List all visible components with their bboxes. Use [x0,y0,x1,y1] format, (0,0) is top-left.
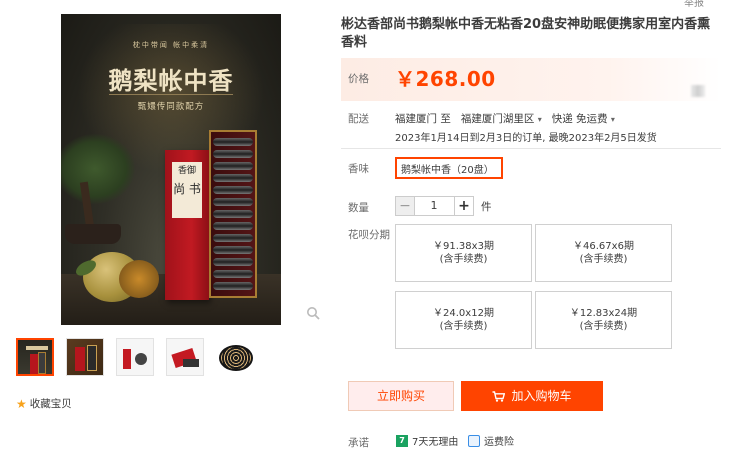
sku-option-text: 鹅梨帐中香（20盘） [401,164,494,176]
thumbnail-1[interactable] [16,338,54,376]
price-label: 价格 [348,73,369,85]
shipping-insurance-icon [468,434,480,447]
cart-icon [492,390,506,402]
installment-fee: (含手续费) [439,321,488,332]
star-icon: ★ [16,396,27,411]
image-description: 甄嬛传同款配方 [137,102,205,112]
product-box-label: 香御 尚 书 [172,162,202,218]
blurred-qr-icon [691,85,705,97]
chevron-down-icon: ▾ [537,115,542,124]
thumb-incense-coil [219,345,253,371]
favorite-label: 收藏宝贝 [29,398,72,410]
box-label-line-2: 尚 书 [173,182,201,196]
incense-coil [213,258,253,266]
quantity-input[interactable]: 1 [414,196,454,216]
add-to-cart-label: 加入购物车 [511,389,572,403]
thumbnail-2[interactable] [66,338,104,376]
price-panel: 价格 ￥268.00 [341,58,721,101]
promise-text: 运费险 [484,437,514,448]
sku-label: 香味 [348,163,369,175]
thumb-red-box [75,347,85,371]
shipping-note: 2023年1月14日到2月3日的订单, 最晚2023年2月5日发货 [395,133,657,144]
product-title: 彬达香部尚书鹅梨帐中香无粘香20盘安神助眠便携家用室内香熏香料 [341,17,711,50]
installment-fee: (含手续费) [439,254,488,265]
incense-coil [213,138,253,146]
favorite-button[interactable]: ★ 收藏宝贝 [16,396,72,411]
ship-to-selector[interactable]: 福建厦门湖里区 ▾ [461,111,542,126]
quantity-decrement-button[interactable]: − [395,196,415,216]
thumb-red-box [30,354,38,374]
incense-coil [213,210,253,218]
installment-option[interactable]: ￥24.0x12期 (含手续费) [395,291,532,349]
image-title: 鹅梨帐中香 [108,66,234,95]
quantity-unit: 件 [481,201,492,213]
incense-coil [213,186,253,194]
installment-amount: ￥12.83x24期 [569,308,638,319]
installment-amount: ￥91.38x3期 [433,241,494,252]
sku-option-selected[interactable]: 鹅梨帐中香（20盘） [395,157,503,179]
incense-coil [213,198,253,206]
incense-coil [213,162,253,170]
thumbnail-4[interactable] [166,338,204,376]
promise-item-insurance[interactable]: 运费险 [468,433,514,448]
ship-method-text: 快递 免运费 [551,113,608,125]
thumb-coil-box [183,359,199,367]
thumb-coil-box [87,345,97,371]
ship-from: 福建厦门 至 [395,113,451,125]
installment-option[interactable]: ￥91.38x3期 (含手续费) [395,224,532,282]
thumb-title-mark [26,346,48,350]
image-rule [109,94,233,95]
incense-coil [213,246,253,254]
zoom-icon[interactable] [306,306,320,320]
image-subtitle: 枕中带闻 帐中柔清 [132,41,210,49]
installment-amount: ￥46.67x6期 [573,241,634,252]
shipping-line: 福建厦门 至 福建厦门湖里区 ▾ 快递 免运费 ▾ [395,111,615,126]
incense-coil [213,270,253,278]
installment-option[interactable]: ￥12.83x24期 (含手续费) [535,291,672,349]
installment-option[interactable]: ￥46.67x6期 (含手续费) [535,224,672,282]
incense-coil [213,234,253,242]
promise-item-return[interactable]: 7 7天无理由 [396,433,458,448]
bonsai-foliage [61,134,135,204]
thumbnail-3[interactable] [116,338,154,376]
thumb-coil [135,353,147,365]
promise-text: 7天无理由 [412,437,459,448]
installment-amount: ￥24.0x12期 [433,308,494,319]
promise-label: 承诺 [348,437,369,449]
ship-to: 福建厦门湖里区 [460,113,535,125]
pear-fruit-cut [119,260,159,298]
thumb-coil-box [38,352,46,374]
installment-fee: (含手续费) [579,321,628,332]
bonsai-pot [65,224,121,244]
quantity-increment-button[interactable]: + [454,196,474,216]
price-value: ￥268.00 [395,67,496,91]
incense-coil [213,282,253,290]
add-to-cart-button[interactable]: 加入购物车 [461,381,603,411]
installment-label: 花呗分期 [348,229,390,241]
section-divider [341,148,721,149]
quantity-label: 数量 [348,202,369,214]
buy-now-button[interactable]: 立即购买 [348,381,454,411]
incense-coil [213,174,253,182]
thumbnail-5[interactable] [216,338,254,376]
seven-day-return-icon: 7 [396,434,408,447]
chevron-down-icon: ▾ [610,115,615,124]
main-product-image[interactable]: 枕中带闻 帐中柔清 鹅梨帐中香 甄嬛传同款配方 香御 尚 书 [61,14,281,325]
incense-coil [213,222,253,230]
shipping-label: 配送 [348,113,369,125]
incense-coil [213,150,253,158]
ship-method[interactable]: 快递 免运费 ▾ [552,111,615,126]
thumb-red-box [123,349,131,369]
installment-fee: (含手续费) [579,254,628,265]
report-link[interactable]: 举报 [684,0,704,9]
box-label-line-1: 香御 [177,166,196,176]
